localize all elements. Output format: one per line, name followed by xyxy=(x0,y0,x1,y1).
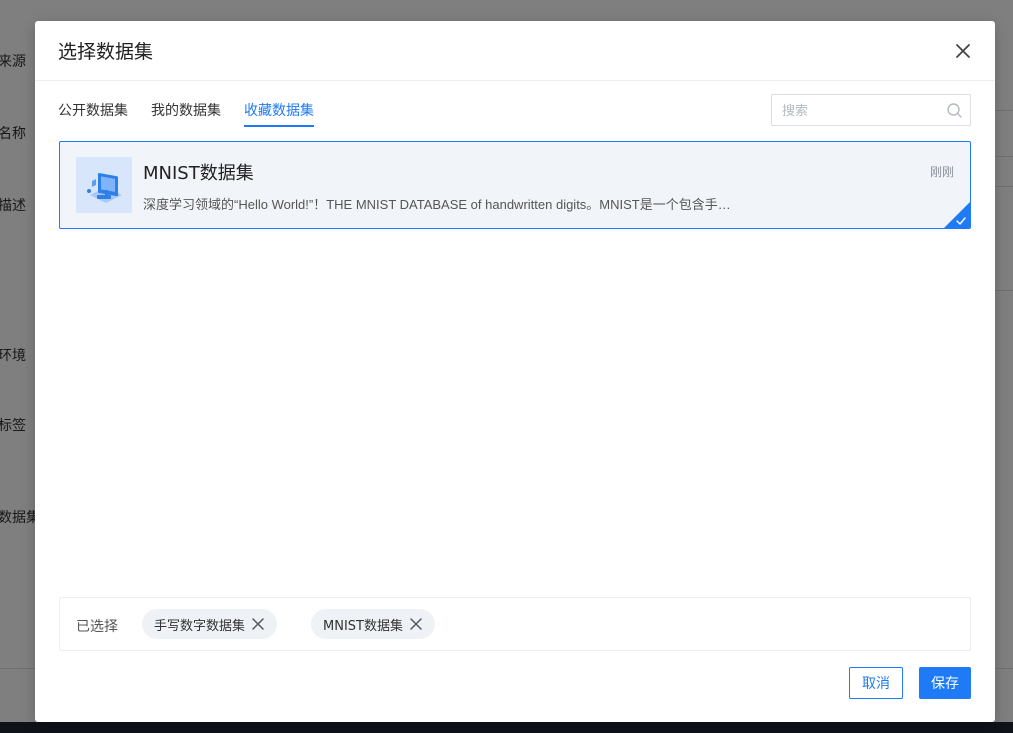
selected-label: 已选择 xyxy=(76,619,118,635)
dataset-thumbnail xyxy=(76,157,132,213)
close-icon xyxy=(956,44,970,58)
dataset-title: MNIST数据集 xyxy=(143,163,254,184)
dataset-tabs: 公开数据集 我的数据集 收藏数据集 xyxy=(58,101,337,127)
selected-datasets-bar: 已选择 手写数字数据集 MNIST数据集 xyxy=(59,597,971,651)
dataset-card-mnist[interactable]: MNIST数据集 刚刚 深度学习领域的“Hello World!”！THE MN… xyxy=(59,141,971,229)
tab-public-datasets[interactable]: 公开数据集 xyxy=(58,101,128,127)
selected-chip: MNIST数据集 xyxy=(311,609,435,639)
cancel-button[interactable]: 取消 xyxy=(849,667,903,699)
chip-remove-icon[interactable] xyxy=(251,617,265,631)
dataset-description: 深度学习领域的“Hello World!”！THE MNIST DATABASE… xyxy=(143,197,743,212)
dataset-timestamp: 刚刚 xyxy=(929,165,954,179)
chip-label: 手写数字数据集 xyxy=(154,618,246,634)
tab-my-datasets[interactable]: 我的数据集 xyxy=(151,101,221,127)
select-dataset-dialog: 选择数据集 公开数据集 我的数据集 收藏数据集 搜索 MNIST数据集 刚刚 深… xyxy=(35,21,995,722)
dialog-title: 选择数据集 xyxy=(58,41,154,63)
computer-illustration-icon xyxy=(87,173,122,203)
chip-label: MNIST数据集 xyxy=(323,618,403,634)
search-icon[interactable] xyxy=(946,102,963,119)
selected-chip: 手写数字数据集 xyxy=(142,609,278,639)
close-button[interactable] xyxy=(951,39,975,63)
selected-check-icon xyxy=(944,202,970,228)
tab-favorite-datasets[interactable]: 收藏数据集 xyxy=(244,101,314,127)
chip-remove-icon[interactable] xyxy=(409,617,423,631)
search-input[interactable] xyxy=(782,101,942,119)
save-button[interactable]: 保存 xyxy=(919,667,971,699)
search-box xyxy=(771,94,971,126)
dialog-header: 选择数据集 xyxy=(35,21,995,81)
